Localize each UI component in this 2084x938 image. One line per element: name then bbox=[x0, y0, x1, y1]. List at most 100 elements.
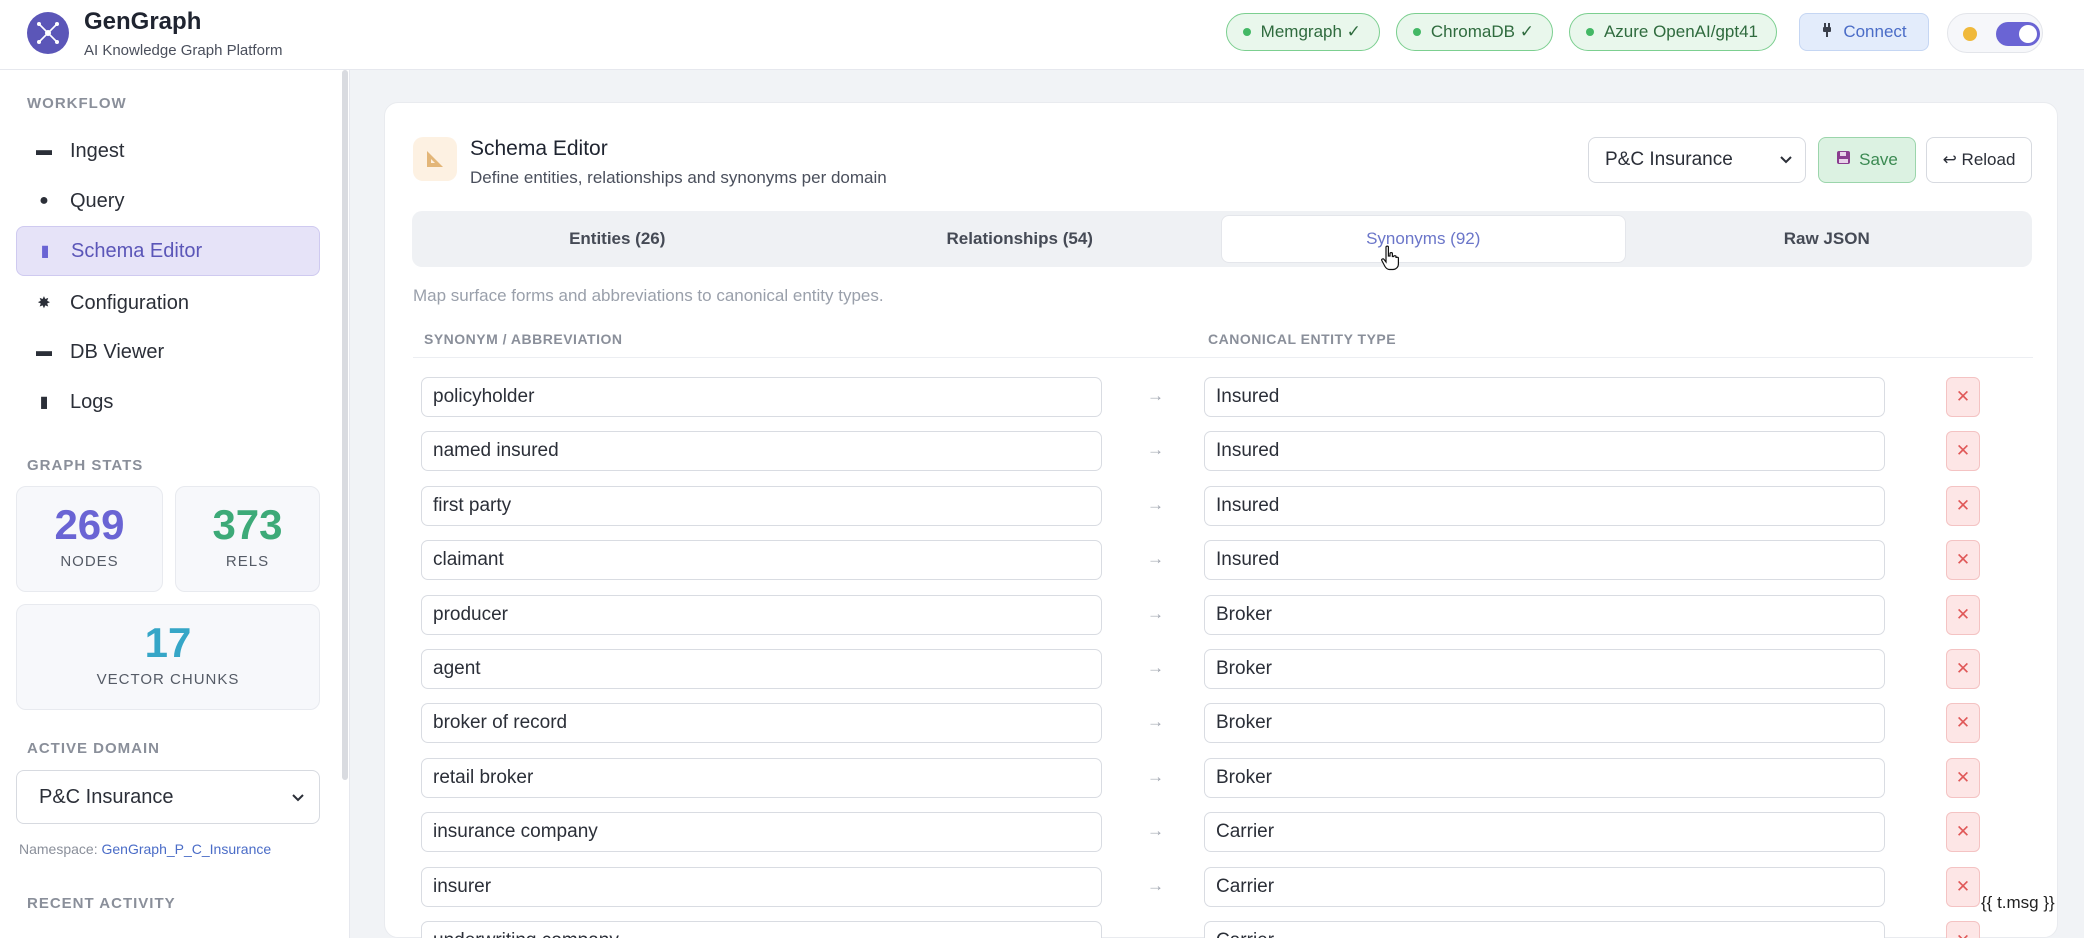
synonym-row: agent → Broker ✕ bbox=[385, 649, 2059, 690]
canonical-type-input[interactable]: Broker bbox=[1204, 649, 1885, 689]
delete-row-button[interactable]: ✕ bbox=[1946, 812, 1980, 852]
status-label: Memgraph ✓ bbox=[1260, 22, 1361, 41]
status-label: ChromaDB ✓ bbox=[1430, 22, 1534, 41]
status-memgraph[interactable]: Memgraph ✓ bbox=[1225, 13, 1380, 51]
namespace-value[interactable]: GenGraph_P_C_Insurance bbox=[101, 841, 271, 857]
canonical-type-input[interactable]: Broker bbox=[1204, 758, 1885, 798]
synonym-input[interactable]: first party bbox=[421, 486, 1102, 526]
sidebar-item-configuration[interactable]: ✸ Configuration bbox=[16, 278, 320, 328]
sidebar-scrollbar[interactable] bbox=[342, 70, 348, 780]
close-icon: ✕ bbox=[1955, 605, 1971, 624]
template-message: {{ t.msg }} bbox=[1981, 893, 2055, 912]
synonym-input[interactable]: retail broker bbox=[421, 758, 1102, 798]
sidebar-item-label: Ingest bbox=[70, 139, 125, 162]
stat-rels-value: 373 bbox=[212, 501, 283, 548]
canonical-type-input[interactable]: Broker bbox=[1204, 595, 1885, 635]
sidebar-item-label: Schema Editor bbox=[71, 239, 203, 262]
delete-row-button[interactable]: ✕ bbox=[1946, 703, 1980, 743]
plug-icon bbox=[1821, 22, 1833, 43]
sidebar-item-schema-editor[interactable]: ▮ Schema Editor bbox=[16, 226, 320, 276]
save-button[interactable]: Save bbox=[1818, 137, 1916, 183]
close-icon: ✕ bbox=[1956, 931, 1970, 938]
delete-row-button[interactable]: ✕ bbox=[1946, 377, 1980, 417]
delete-row-button[interactable]: ✕ bbox=[1946, 758, 1980, 798]
sidebar-item-label: DB Viewer bbox=[70, 340, 165, 363]
close-icon: ✕ bbox=[1955, 877, 1971, 896]
switch-knob bbox=[2019, 25, 2037, 43]
active-domain-select[interactable]: P&C Insurance bbox=[16, 770, 320, 824]
synonym-row: policyholder → Insured ✕ bbox=[385, 377, 2059, 418]
domain-select[interactable]: P&C Insurance bbox=[1588, 137, 1806, 183]
close-icon: ✕ bbox=[1955, 441, 1971, 460]
delete-row-button[interactable]: ✕ bbox=[1946, 595, 1980, 635]
close-icon: ✕ bbox=[1955, 768, 1971, 787]
delete-row-button[interactable]: ✕ bbox=[1946, 540, 1980, 580]
sidebar-item-label: Logs bbox=[70, 390, 114, 413]
sidebar-item-db-viewer[interactable]: ▬ DB Viewer bbox=[16, 327, 320, 377]
synonym-input[interactable]: insurer bbox=[421, 867, 1102, 907]
canonical-type-input[interactable]: Insured bbox=[1204, 431, 1885, 471]
reload-button[interactable]: ↩ Reload bbox=[1926, 137, 2032, 183]
synonym-input[interactable]: insurance company bbox=[421, 812, 1102, 852]
synonym-input[interactable]: underwriting company bbox=[421, 921, 1102, 938]
arrow-right-icon: → bbox=[1147, 549, 1164, 568]
arrow-right-icon: → bbox=[1147, 930, 1164, 938]
synonym-input[interactable]: broker of record bbox=[421, 703, 1102, 743]
logs-icon: ▮ bbox=[39, 394, 49, 411]
arrow-right-icon: → bbox=[1147, 876, 1164, 895]
active-domain-heading: ACTIVE DOMAIN bbox=[27, 740, 160, 757]
arrow-right-icon: → bbox=[1147, 821, 1164, 840]
synonym-input[interactable]: named insured bbox=[421, 431, 1102, 471]
synonym-input[interactable]: claimant bbox=[421, 540, 1102, 580]
hand-cursor-icon bbox=[1380, 245, 1400, 276]
delete-row-button[interactable]: ✕ bbox=[1946, 649, 1980, 689]
delete-row-button[interactable]: ✕ bbox=[1946, 921, 1980, 938]
close-icon: ✕ bbox=[1955, 713, 1971, 732]
stat-vector-chunks: 17 VECTOR CHUNKS bbox=[16, 604, 320, 710]
theme-switch[interactable] bbox=[1996, 22, 2040, 46]
stat-nodes: 269 NODES bbox=[16, 486, 163, 592]
tab-relationships[interactable]: Relationships (54) bbox=[819, 215, 1222, 263]
theme-toggle[interactable] bbox=[1947, 13, 2043, 53]
synonym-row: first party → Insured ✕ bbox=[385, 486, 2059, 527]
connect-button[interactable]: Connect bbox=[1799, 13, 1929, 51]
canonical-type-input[interactable]: Insured bbox=[1204, 486, 1885, 526]
arrow-right-icon: → bbox=[1147, 495, 1164, 514]
sidebar-item-ingest[interactable]: ▬ Ingest bbox=[16, 126, 320, 176]
sun-icon bbox=[1963, 27, 1977, 41]
workflow-heading: WORKFLOW bbox=[27, 95, 127, 112]
sidebar-item-logs[interactable]: ▮ Logs bbox=[16, 377, 320, 427]
synonym-input[interactable]: policyholder bbox=[421, 377, 1102, 417]
close-icon: ✕ bbox=[1955, 659, 1971, 678]
canonical-type-input[interactable]: Insured bbox=[1204, 377, 1885, 417]
arrow-right-icon: → bbox=[1147, 440, 1164, 459]
delete-row-button[interactable]: ✕ bbox=[1946, 867, 1980, 907]
synonym-row: broker of record → Broker ✕ bbox=[385, 703, 2059, 744]
query-icon: ● bbox=[39, 192, 49, 209]
synonym-row: claimant → Insured ✕ bbox=[385, 540, 2059, 581]
status-chromadb[interactable]: ChromaDB ✓ bbox=[1395, 13, 1553, 51]
status-azure-openai[interactable]: Azure OpenAI/gpt41 bbox=[1568, 13, 1777, 51]
column-header-synonym: SYNONYM / ABBREVIATION bbox=[424, 331, 623, 347]
tab-entities[interactable]: Entities (26) bbox=[416, 215, 819, 263]
delete-row-button[interactable]: ✕ bbox=[1946, 431, 1980, 471]
tab-bar: Entities (26) Relationships (54) Synonym… bbox=[412, 211, 2032, 267]
stat-chunks-label: VECTOR CHUNKS bbox=[96, 671, 240, 688]
canonical-type-input[interactable]: Insured bbox=[1204, 540, 1885, 580]
canonical-type-input[interactable]: Broker bbox=[1204, 703, 1885, 743]
sidebar-item-query[interactable]: ● Query bbox=[16, 176, 320, 226]
recent-activity-heading: RECENT ACTIVITY bbox=[27, 895, 176, 912]
synonym-input[interactable]: producer bbox=[421, 595, 1102, 635]
top-bar: GenGraph AI Knowledge Graph Platform Mem… bbox=[0, 0, 2084, 70]
graph-stats-heading: GRAPH STATS bbox=[27, 457, 144, 474]
connect-label: Connect bbox=[1843, 22, 1907, 41]
canonical-type-input[interactable]: Carrier bbox=[1204, 867, 1885, 907]
canonical-type-input[interactable]: Carrier bbox=[1204, 812, 1885, 852]
tab-synonyms[interactable]: Synonyms (92) bbox=[1221, 215, 1626, 263]
synonym-input[interactable]: agent bbox=[421, 649, 1102, 689]
status-pills: Memgraph ✓ ChromaDB ✓ Azure OpenAI/gpt41 bbox=[1225, 13, 1777, 51]
canonical-type-input[interactable]: Carrier bbox=[1204, 921, 1885, 938]
tab-raw-json[interactable]: Raw JSON bbox=[1626, 215, 2029, 263]
chevron-down-icon bbox=[291, 786, 305, 809]
delete-row-button[interactable]: ✕ bbox=[1946, 486, 1980, 526]
